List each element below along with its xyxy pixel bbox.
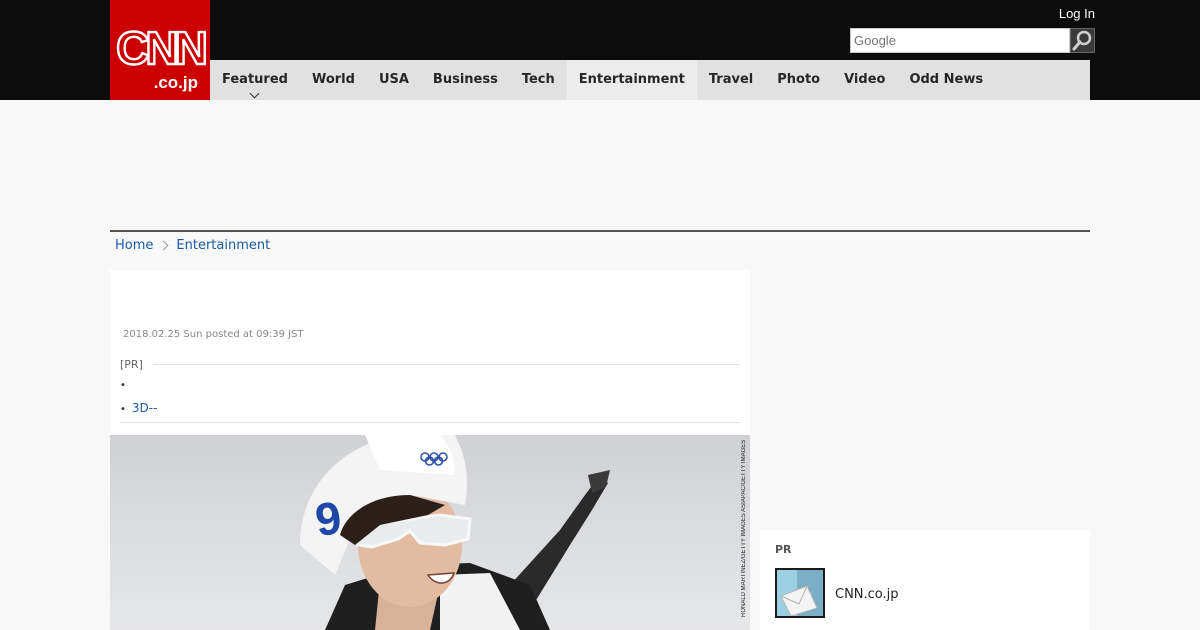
pr-link-item[interactable]: • 3D-- (120, 397, 740, 419)
envelope-icon (777, 570, 823, 616)
nav-item-travel[interactable]: Travel (697, 60, 765, 100)
logo-suffix: .co.jp (154, 73, 198, 92)
sidebar-pr-box: PR CNN.co.jp (760, 530, 1090, 630)
nav-item-entertainment[interactable]: Entertainment (566, 60, 697, 100)
nav-item-featured[interactable]: Featured (210, 60, 300, 100)
article-timestamp: 2018.02.25 Sun posted at 09:39 JST (123, 329, 304, 340)
bullet-icon: • (120, 380, 126, 391)
search-button[interactable] (1070, 28, 1095, 53)
chevron-right-icon (158, 240, 169, 251)
breadcrumb-entertainment[interactable]: Entertainment (176, 238, 270, 253)
chevron-down-icon (249, 88, 260, 99)
nav-item-photo[interactable]: Photo (765, 60, 832, 100)
breadcrumb: Home Entertainment (115, 238, 270, 253)
bullet-icon: • (120, 404, 126, 415)
article-photo: 9 RONALD MARTINEZ/GETTY IMAGES ASIAPAC/G… (110, 435, 750, 630)
sidebar-pr-title: PR (775, 543, 792, 556)
nav-label: World (311, 72, 355, 87)
pr-link-item[interactable]: • (120, 373, 740, 395)
logo-text: CNN (116, 22, 205, 74)
nav-label: Featured (222, 72, 288, 87)
login-link[interactable]: Log In (1059, 6, 1095, 21)
nav-item-odd-news[interactable]: Odd News (897, 60, 995, 100)
nav-item-usa[interactable]: USA (367, 60, 421, 100)
nav-label: Travel (708, 72, 754, 87)
nav-label: Photo (777, 72, 821, 87)
top-bar: CNN .co.jp Log In Featured World USA Bus… (0, 0, 1200, 100)
pr-label: [PR] (120, 358, 740, 371)
pr-label-text: [PR] (120, 358, 143, 371)
search-input[interactable] (850, 28, 1070, 53)
photo-credit: RONALD MARTINEZ/GETTY IMAGES ASIAPAC/GET… (741, 439, 747, 617)
divider (120, 422, 740, 423)
search-box (850, 28, 1095, 53)
pr-links-section: [PR] • • 3D-- (120, 358, 740, 423)
nav-label: Tech (521, 72, 555, 87)
article-card: 2018.02.25 Sun posted at 09:39 JST [PR] … (110, 270, 750, 630)
divider (152, 364, 740, 365)
cnn-logo[interactable]: CNN .co.jp (110, 0, 210, 100)
breadcrumb-home[interactable]: Home (115, 238, 153, 253)
nav-label: Entertainment (578, 72, 685, 87)
nav-label: Business (432, 72, 498, 87)
pr-link[interactable]: 3D-- (132, 401, 158, 415)
nav-label: Video (844, 72, 886, 87)
nav-item-business[interactable]: Business (421, 60, 510, 100)
cnn-logo-icon: CNN .co.jp (115, 21, 210, 92)
nav-item-tech[interactable]: Tech (510, 60, 567, 100)
speed-skater-image: 9 (110, 435, 750, 630)
pr-thumbnail[interactable] (775, 568, 825, 618)
nav-label: Odd News (909, 72, 984, 87)
section-divider (110, 230, 1090, 232)
search-icon (1072, 30, 1092, 51)
nav-item-video[interactable]: Video (832, 60, 897, 100)
main-nav: Featured World USA Business Tech Enterta… (210, 60, 1090, 100)
sidebar-pr-link[interactable]: CNN.co.jp (835, 587, 899, 602)
nav-label: USA (378, 72, 409, 87)
nav-item-world[interactable]: World (300, 60, 367, 100)
